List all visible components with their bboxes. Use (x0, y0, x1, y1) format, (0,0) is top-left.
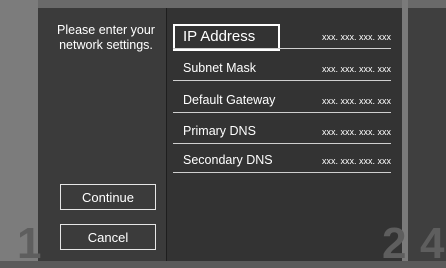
field-label: Subnet Mask (183, 61, 256, 75)
step-number-1: 1 (17, 219, 42, 268)
field-value: xxx. xxx. xxx. xxx (321, 64, 391, 74)
continue-button[interactable]: Continue (60, 184, 156, 210)
cancel-button[interactable]: Cancel (60, 224, 156, 250)
field-label: Default Gateway (183, 93, 276, 107)
field-label: Secondary DNS (183, 153, 273, 167)
field-value: xxx. xxx. xxx. xxx (321, 96, 391, 106)
field-value: xxx. xxx. xxx. xxx (321, 156, 391, 166)
field-label: Primary DNS (183, 124, 256, 138)
step-number-4: 4 (420, 219, 445, 268)
step-number-2: 2 (382, 219, 407, 268)
field-value: xxx. xxx. xxx. xxx (321, 127, 391, 137)
field-label: IP Address (183, 28, 256, 45)
field-value: xxx. xxx. xxx. xxx (321, 32, 391, 42)
field-secondary-dns[interactable]: Secondary DNS xxx. xxx. xxx. xxx (173, 150, 391, 173)
field-subnet-mask[interactable]: Subnet Mask xxx. xxx. xxx. xxx (173, 58, 391, 81)
field-default-gateway[interactable]: Default Gateway xxx. xxx. xxx. xxx (173, 90, 391, 113)
field-primary-dns[interactable]: Primary DNS xxx. xxx. xxx. xxx (173, 121, 391, 144)
field-ip-address[interactable]: IP Address xxx. xxx. xxx. xxx (173, 26, 391, 49)
instruction-text: Please enter your network settings. (57, 23, 155, 52)
